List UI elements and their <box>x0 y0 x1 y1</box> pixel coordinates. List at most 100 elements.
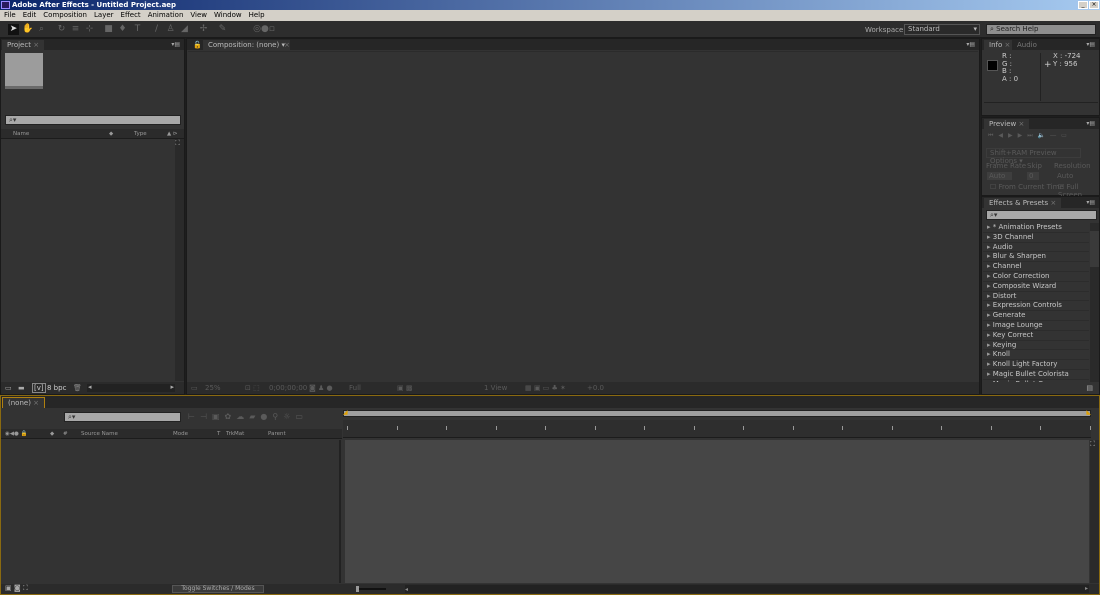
timeline-graph-area[interactable] <box>345 440 1089 583</box>
search-help-input[interactable]: ⌕ Search Help <box>986 24 1096 35</box>
expand-triangle-icon[interactable]: ▸ <box>987 292 991 300</box>
eraser-tool-icon[interactable]: ◢ <box>179 24 190 35</box>
region-of-interest-icon[interactable]: ▣ ▩ <box>397 382 412 394</box>
skip-field[interactable]: 0 <box>1027 172 1039 180</box>
panel-menu-icon[interactable]: ▾▤ <box>1086 41 1095 48</box>
effects-category-item[interactable]: ▸ Channel <box>983 262 1089 272</box>
hand-tool-icon[interactable]: ✋ <box>22 24 33 35</box>
toggle-switches-modes-button[interactable]: Toggle Switches / Modes <box>172 585 264 593</box>
column-source-name[interactable]: Source Name <box>81 429 118 439</box>
expand-triangle-icon[interactable]: ▸ <box>987 282 991 290</box>
layer-list-area[interactable] <box>1 440 341 583</box>
label-tag-icon[interactable]: ◆ <box>109 129 113 139</box>
effects-category-item[interactable]: ▸ Generate <box>983 311 1089 321</box>
expand-triangle-icon[interactable]: ▸ <box>987 262 991 270</box>
column-parent[interactable]: Parent <box>268 429 286 439</box>
expand-triangle-icon[interactable]: ▸ <box>987 233 991 241</box>
always-preview-icon[interactable]: ▭ <box>191 382 198 394</box>
flowchart-icon[interactable]: ⛶ <box>175 139 180 147</box>
exposure-value[interactable]: +0.0 <box>587 382 604 394</box>
label-tag-icon[interactable]: ◆ <box>50 429 54 439</box>
expand-triangle-icon[interactable]: ▸ <box>987 311 991 319</box>
timeline-search-input[interactable]: ⌕▾ <box>64 412 181 422</box>
av-features-icons[interactable]: ◉◀● 🔒 <box>5 429 27 439</box>
expand-triangle-icon[interactable]: ▸ <box>987 380 991 382</box>
ram-preview-options-dropdown[interactable]: Shift+RAM Preview Options ▾ <box>986 148 1081 165</box>
resolution-dropdown[interactable]: Auto <box>1057 172 1073 180</box>
safe-zones-icon[interactable]: ⊡ ⬚ <box>245 382 260 394</box>
effects-scrollbar[interactable] <box>1090 223 1099 382</box>
menu-animation[interactable]: Animation <box>148 10 184 21</box>
pen-tool-icon[interactable]: ♦ <box>117 24 128 35</box>
column-name[interactable]: Name <box>13 129 29 139</box>
zoom-tool-icon[interactable]: ⌕ <box>36 24 47 35</box>
magnification-dropdown[interactable]: 25% <box>205 382 221 394</box>
effects-category-item[interactable]: ▸ Distort <box>983 292 1089 302</box>
effects-search-input[interactable]: ⌕▾ <box>986 210 1097 220</box>
camera-tool-icon[interactable]: ≡ <box>70 24 81 35</box>
timeline-switch-icons[interactable]: ⊢⊣▣✿☁▰●⚲☼▭ <box>188 412 308 421</box>
scrollbar-thumb[interactable] <box>1090 231 1099 267</box>
type-tool-icon[interactable]: T <box>132 24 143 35</box>
close-icon[interactable]: × <box>284 41 290 49</box>
rotate-tool-icon[interactable]: ↻ <box>56 24 67 35</box>
expand-triangle-icon[interactable]: ▸ <box>987 321 991 329</box>
zoom-slider[interactable] <box>356 586 386 592</box>
interpret-footage-icon[interactable]: ▭ <box>5 384 12 392</box>
effects-category-item[interactable]: ▸ Magic Bullet Colorista <box>983 370 1089 380</box>
close-icon[interactable]: × <box>33 399 39 407</box>
frame-rate-field[interactable]: Auto <box>987 172 1012 180</box>
rectangle-tool-icon[interactable]: ■ <box>103 24 114 35</box>
effects-category-item[interactable]: ▸ Keying <box>983 341 1089 351</box>
tab-project[interactable]: Project × <box>2 40 45 50</box>
tab-info[interactable]: Info × <box>984 40 1016 50</box>
snapshot-icon[interactable]: ◙ ♟ ● <box>309 382 333 394</box>
expand-triangle-icon[interactable]: ▸ <box>987 223 991 231</box>
close-icon[interactable]: × <box>1018 120 1024 128</box>
timecode-display[interactable]: 0;00;00;00 <box>269 382 307 394</box>
view-options-icons[interactable]: ▦ ▣ ▭ ♣ ✶ <box>525 382 566 394</box>
expand-triangle-icon[interactable]: ▸ <box>987 360 991 368</box>
tab-audio[interactable]: Audio <box>1012 40 1042 50</box>
roto-brush-tool-icon[interactable]: ✢ <box>198 24 209 35</box>
effects-category-item[interactable]: ▸ Key Correct <box>983 331 1089 341</box>
comp-flowchart-icon[interactable]: ⛶ <box>1090 440 1095 448</box>
effects-category-item[interactable]: ▸ 3D Channel <box>983 233 1089 243</box>
close-icon[interactable]: × <box>1004 41 1010 49</box>
effects-category-item[interactable]: ▸ Color Correction <box>983 272 1089 282</box>
effects-category-item[interactable]: ▸ * Animation Presets <box>983 223 1089 233</box>
column-mode[interactable]: Mode <box>173 429 188 439</box>
expand-triangle-icon[interactable]: ▸ <box>987 370 991 378</box>
tab-effects-presets[interactable]: Effects & Presets × <box>984 198 1062 208</box>
sort-icon[interactable]: ▲ ⊳ <box>167 129 178 139</box>
project-scrollbar[interactable]: ⛶ <box>175 139 184 381</box>
resolution-dropdown[interactable]: Full <box>349 382 361 394</box>
menu-layer[interactable]: Layer <box>94 10 114 21</box>
minimize-button[interactable]: _ <box>1078 1 1088 9</box>
menu-file[interactable]: File <box>4 10 16 21</box>
puppet-tool-icon[interactable]: ✎ <box>217 24 228 35</box>
menu-edit[interactable]: Edit <box>23 10 37 21</box>
menu-view[interactable]: View <box>190 10 207 21</box>
effects-category-item[interactable]: ▸ Composite Wizard <box>983 282 1089 292</box>
work-area-bar[interactable]: ◢ ◣ <box>343 409 1091 417</box>
column-type[interactable]: Type <box>134 129 147 139</box>
project-search-input[interactable]: ⌕▾ <box>5 115 181 125</box>
close-button[interactable]: × <box>1089 1 1099 9</box>
expand-triangle-icon[interactable]: ▸ <box>987 243 991 251</box>
timeline-scrollbar[interactable]: ⛶ <box>1090 440 1099 583</box>
expand-triangle-icon[interactable]: ▸ <box>987 350 991 358</box>
close-icon[interactable]: × <box>33 41 39 49</box>
effects-category-item[interactable]: ▸ Blur & Sharpen <box>983 252 1089 263</box>
menu-composition[interactable]: Composition <box>43 10 87 21</box>
time-ruler[interactable] <box>343 420 1091 438</box>
column-number[interactable]: # <box>63 429 68 439</box>
timeline-horizontal-scrollbar[interactable]: ◂ ▸ <box>405 585 1089 593</box>
brush-tool-icon[interactable]: / <box>151 24 162 35</box>
panel-menu-icon[interactable]: ▾▤ <box>1086 120 1095 127</box>
effects-category-item[interactable]: ▸ Magic Bullet Cosmo <box>983 380 1089 382</box>
clone-stamp-tool-icon[interactable]: ♙ <box>165 24 176 35</box>
horizontal-scrollbar[interactable]: ◂ ▸ <box>87 383 175 392</box>
panel-menu-icon[interactable]: ▾▤ <box>966 41 975 48</box>
tab-composition[interactable]: Composition: (none) ▾ <box>203 40 290 50</box>
